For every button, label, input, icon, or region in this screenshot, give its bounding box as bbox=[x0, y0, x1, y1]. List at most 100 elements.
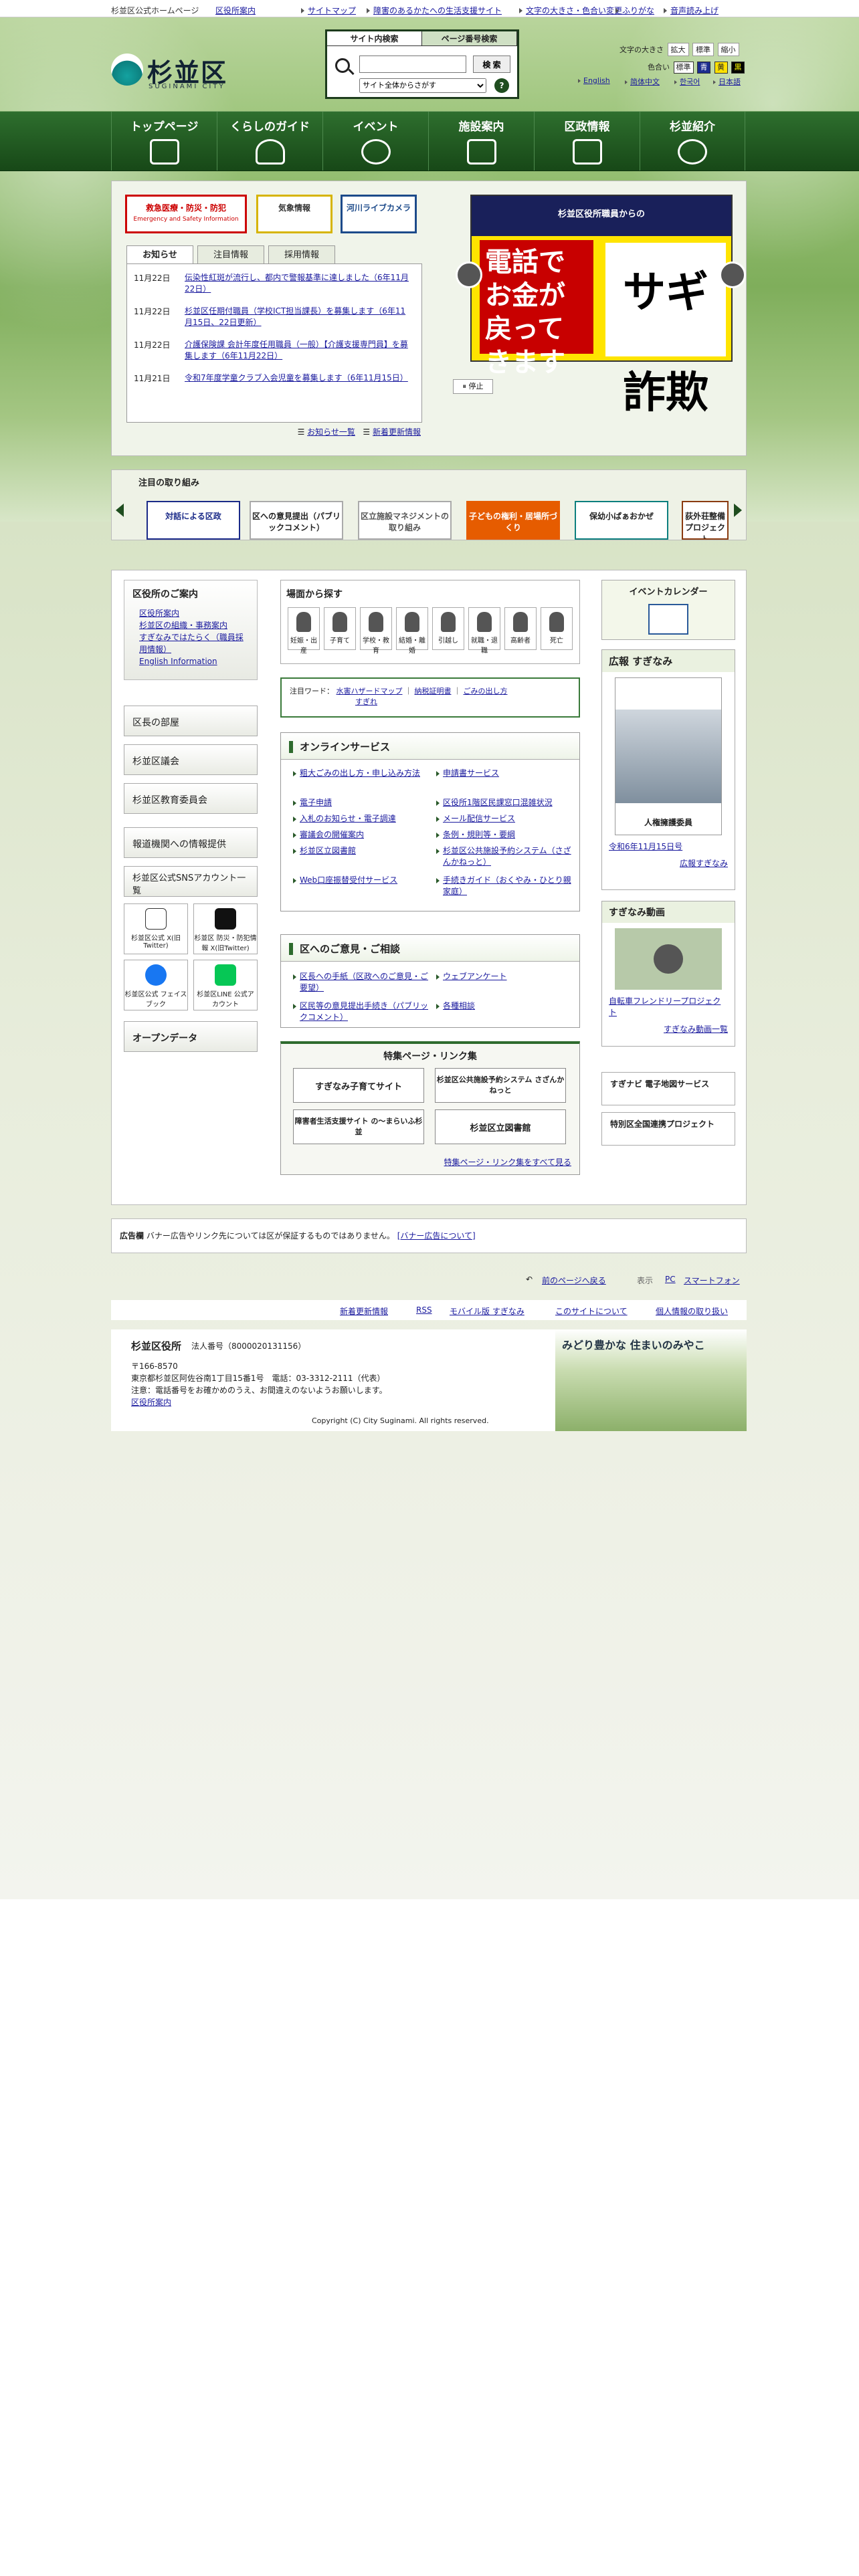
footer-office-link[interactable]: 区役所案内 bbox=[131, 1396, 171, 1408]
education-board-button[interactable]: 杉並区教育委員会 bbox=[124, 783, 258, 814]
tab-page-number-search[interactable]: ページ番号検索 bbox=[422, 31, 517, 46]
back-link[interactable]: 前のページへ戻る bbox=[542, 1275, 606, 1286]
tab-recruitment[interactable]: 採用情報 bbox=[268, 245, 335, 264]
help-icon[interactable]: ? bbox=[494, 78, 509, 93]
river-camera-button[interactable]: 河川ライブカメラ bbox=[341, 195, 417, 233]
video-thumbnail[interactable] bbox=[615, 928, 722, 990]
sns-x-official[interactable]: 杉並区公式 X(旧Twitter) bbox=[124, 903, 188, 954]
event-calendar-banner[interactable]: イベントカレンダー bbox=[601, 580, 735, 640]
opinion-link[interactable]: 各種相談 bbox=[436, 1000, 574, 1012]
smartphone-mode-link[interactable]: スマートフォン bbox=[684, 1275, 740, 1286]
footer-link[interactable]: 新着更新情報 bbox=[340, 1305, 388, 1317]
focus-item[interactable]: 区立施設マネジメントの取り組み bbox=[358, 501, 452, 540]
slide-next-button[interactable] bbox=[719, 261, 746, 288]
category-elderly[interactable]: 高齢者 bbox=[504, 607, 537, 650]
news-link[interactable]: 介護保険課 会計年度任用職員（一般）【介護支援専門員】を募集します（6年11月2… bbox=[185, 339, 412, 362]
attention-word[interactable]: すぎれ bbox=[355, 697, 377, 706]
search-input[interactable] bbox=[359, 56, 466, 73]
focus-item[interactable]: 保幼小ぱぁおかぜ bbox=[575, 501, 668, 540]
nav-admin[interactable]: 区政情報 bbox=[534, 112, 640, 171]
text-color-link[interactable]: 文字の大きさ・色合い変更 bbox=[519, 5, 622, 16]
kouhou-cover[interactable]: 人権擁護委員 bbox=[615, 677, 722, 835]
online-link[interactable]: メール配信サービス bbox=[436, 813, 574, 825]
feature-sazanka[interactable]: 杉並区公共施設予約システム さざんかねっと bbox=[435, 1068, 566, 1103]
weather-button[interactable]: 気象情報 bbox=[256, 195, 332, 233]
news-link[interactable]: 伝染性紅斑が流行し、都内で警報基準に達しました（6年11月22日） bbox=[185, 272, 412, 295]
focus-item[interactable]: 区への意見提出（パブリックコメント） bbox=[250, 501, 343, 540]
footer-link[interactable]: モバイル版 すぎなみ bbox=[450, 1305, 524, 1317]
site-logo[interactable]: 杉並区 SUGINAMI CITY bbox=[111, 52, 228, 92]
category-school[interactable]: 学校・教育 bbox=[360, 607, 392, 655]
mayor-room-button[interactable]: 区長の部屋 bbox=[124, 706, 258, 736]
slide-prev-button[interactable] bbox=[456, 261, 482, 288]
slide-pause-button[interactable]: ⏸ 停止 bbox=[453, 379, 493, 394]
sns-line[interactable]: 杉並区LINE 公式アカウント bbox=[193, 960, 258, 1010]
lang-japanese[interactable]: 日本語 bbox=[713, 76, 741, 87]
tab-notices[interactable]: お知らせ bbox=[126, 245, 193, 264]
online-link[interactable]: 杉並区公共施設予約システム（さざんかねっと） bbox=[436, 845, 574, 868]
guide-link[interactable]: 区役所案内 bbox=[139, 607, 249, 619]
office-link[interactable]: 区役所案内 bbox=[215, 5, 256, 16]
online-link[interactable]: 条例・規則等・要綱 bbox=[436, 829, 574, 841]
focus-item[interactable]: 子どもの権利・居場所づくり bbox=[466, 501, 560, 540]
category-childcare[interactable]: 子育て bbox=[324, 607, 356, 650]
category-employment[interactable]: 就職・退職 bbox=[468, 607, 500, 655]
opinion-link[interactable]: ウェブアンケート bbox=[436, 971, 574, 982]
open-data-button[interactable]: オープンデータ bbox=[124, 1021, 258, 1052]
special-ward-banner[interactable]: 特別区全国連携プロジェクト bbox=[601, 1112, 735, 1146]
furigana-link[interactable]: ふりがな bbox=[615, 5, 654, 16]
online-link[interactable]: 手続きガイド（おくやみ・ひとり親家庭） bbox=[436, 875, 574, 897]
news-link[interactable]: 杉並区任期付職員（学校ICT担当課長）を募集します（6年11月15日、22日更新… bbox=[185, 306, 412, 328]
footer-link[interactable]: 個人情報の取り扱い bbox=[656, 1305, 728, 1317]
read-aloud-link[interactable]: 音声読み上げ bbox=[664, 5, 719, 16]
online-link[interactable]: 粗大ごみの出し方・申し込み方法 bbox=[293, 768, 434, 779]
nav-facilities[interactable]: 施設案内 bbox=[428, 112, 534, 171]
footer-link[interactable]: RSS bbox=[416, 1305, 432, 1315]
suginavi-banner[interactable]: すぎナビ 電子地図サービス bbox=[601, 1072, 735, 1105]
opinion-link[interactable]: 区民等の意見提出手続き（パブリックコメント） bbox=[293, 1000, 434, 1023]
online-link[interactable]: 区役所1階区民課窓口混雑状況 bbox=[436, 797, 574, 809]
footer-link[interactable]: このサイトについて bbox=[555, 1305, 628, 1317]
sns-x-bousai[interactable]: 杉並区 防災・防犯情報 X(旧Twitter) bbox=[193, 903, 258, 954]
lang-english[interactable]: English bbox=[578, 76, 610, 85]
color-black-button[interactable]: 黒 bbox=[731, 62, 745, 74]
new-updates-link[interactable]: 新着更新情報 bbox=[373, 427, 421, 437]
color-normal-button[interactable]: 標準 bbox=[673, 62, 694, 74]
online-link[interactable]: 入札のお知らせ・電子調達 bbox=[293, 813, 434, 825]
attention-word[interactable]: ごみの出し方 bbox=[464, 687, 508, 695]
color-yellow-button[interactable]: 黄 bbox=[714, 62, 728, 74]
feature-norapaif[interactable]: 障害者生活支援サイト の〜まらいふ杉並 bbox=[293, 1109, 424, 1144]
sns-facebook[interactable]: 杉並区公式 フェイスブック bbox=[124, 960, 188, 1010]
opinion-link[interactable]: 区長への手紙（区政へのご意見・ご要望） bbox=[293, 971, 434, 994]
sitemap-link[interactable]: サイトマップ bbox=[301, 5, 356, 16]
focus-next-button[interactable] bbox=[734, 504, 742, 517]
online-link[interactable]: 申請書サービス bbox=[436, 768, 574, 779]
assembly-button[interactable]: 杉並区議会 bbox=[124, 744, 258, 775]
pc-mode-link[interactable]: PC bbox=[665, 1275, 676, 1284]
font-smaller-button[interactable]: 縮小 bbox=[717, 43, 739, 56]
focus-item[interactable]: 対話による区政 bbox=[147, 501, 240, 540]
search-button[interactable]: 検 索 bbox=[473, 56, 510, 73]
guide-link[interactable]: English Information bbox=[139, 655, 249, 667]
color-blue-button[interactable]: 青 bbox=[697, 62, 710, 74]
sns-list-button[interactable]: 杉並区公式SNSアカウント一覧 bbox=[124, 866, 258, 897]
nav-top[interactable]: トップページ bbox=[111, 112, 217, 171]
font-normal-button[interactable]: 標準 bbox=[692, 43, 714, 56]
emergency-button[interactable]: 救急医療・防災・防犯 Emergency and Safety Informat… bbox=[125, 195, 247, 233]
nav-life-guide[interactable]: くらしのガイド bbox=[217, 112, 322, 171]
category-pregnancy[interactable]: 妊娠・出産 bbox=[288, 607, 320, 655]
news-link[interactable]: 令和7年度学童クラブ入会児童を募集します（6年11月15日） bbox=[185, 372, 412, 384]
news-list-link[interactable]: お知らせ一覧 bbox=[307, 427, 355, 437]
focus-item[interactable]: 荻外荘整備プロジェクト bbox=[682, 501, 729, 540]
feature-kosodate[interactable]: すぎなみ子育てサイト bbox=[293, 1068, 424, 1103]
online-link[interactable]: 電子申請 bbox=[293, 797, 434, 809]
category-death[interactable]: 死亡 bbox=[541, 607, 573, 650]
guide-link[interactable]: すぎなみではたらく（職員採用情報） bbox=[139, 631, 249, 655]
attention-word[interactable]: 水害ハザードマップ bbox=[337, 687, 403, 695]
guide-link[interactable]: 杉並区の組織・事務案内 bbox=[139, 619, 249, 631]
lang-korean[interactable]: 한국어 bbox=[674, 76, 700, 87]
feature-all-link[interactable]: 特集ページ・リンク集をすべて見る bbox=[444, 1156, 571, 1168]
attention-word[interactable]: 納税証明書 bbox=[415, 687, 452, 695]
category-moving[interactable]: 引越し bbox=[432, 607, 464, 650]
category-marriage[interactable]: 結婚・離婚 bbox=[396, 607, 428, 655]
